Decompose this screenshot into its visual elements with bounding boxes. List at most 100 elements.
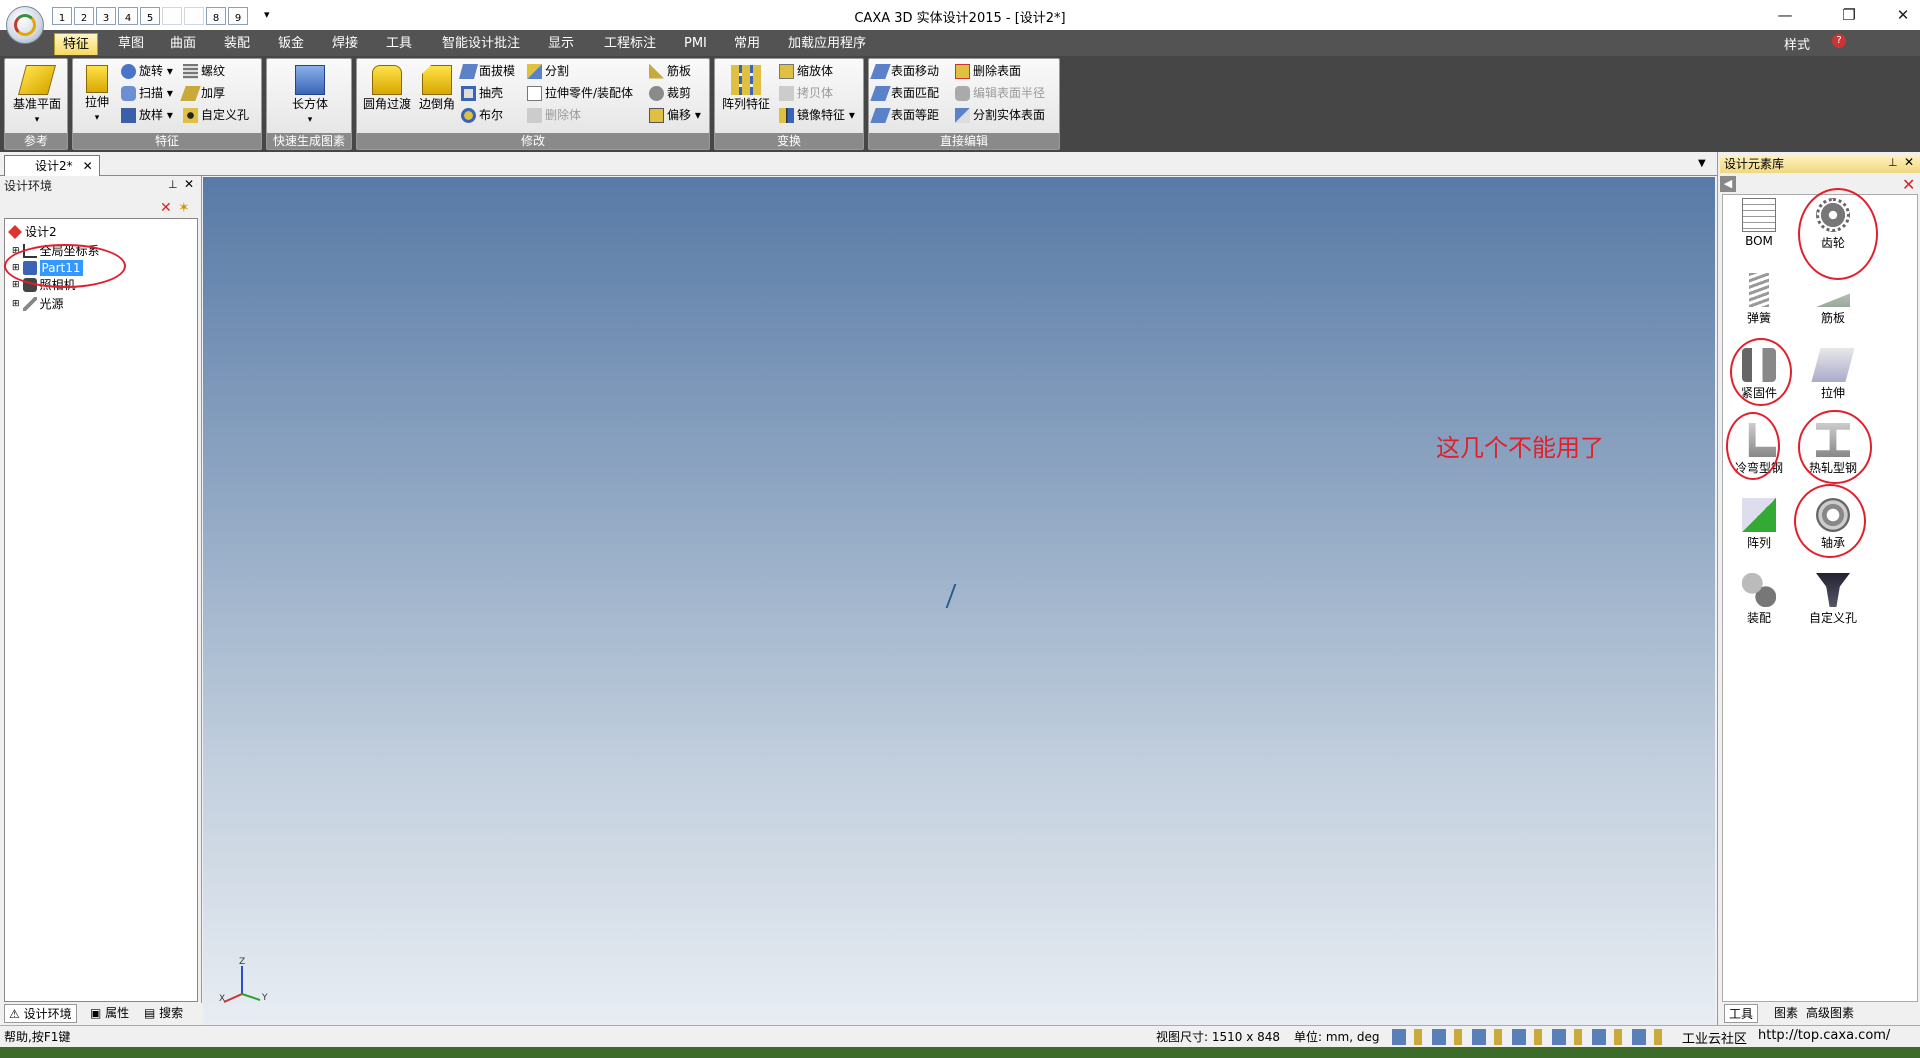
box-button[interactable]: 长方体 ▾ xyxy=(271,65,349,127)
tab-smart-annotation[interactable]: 智能设计批注 xyxy=(434,33,528,55)
tab-engineering-annotation[interactable]: 工程标注 xyxy=(596,33,664,55)
lib-item-custom-hole[interactable]: 自定义孔 xyxy=(1798,573,1868,626)
community-link[interactable]: 工业云社区 xyxy=(1682,1028,1747,1047)
tree-node-design2[interactable]: 设计2 xyxy=(8,224,57,240)
thread-button[interactable]: 螺纹 xyxy=(183,62,225,80)
group-modify: 圆角过渡 边倒角 面拔模 抽壳 布尔 分割 拉伸零件/装配体 删除体 筋板 裁剪… xyxy=(356,58,710,150)
mirror-feature-button[interactable]: 镜像特征 ▾ xyxy=(779,106,855,124)
tab-properties[interactable]: ▣ 属性 xyxy=(86,1004,133,1023)
tab-tools[interactable]: 工具 xyxy=(378,33,420,55)
lib-item-array[interactable]: 阵列 xyxy=(1724,498,1794,551)
close-window-button[interactable]: ✕ xyxy=(1888,4,1918,26)
face-match-button[interactable]: 表面匹配 xyxy=(870,84,939,102)
tab-feature[interactable]: 特征 xyxy=(54,33,99,55)
tab-design-env[interactable]: ⚠ 设计环境 xyxy=(4,1004,77,1023)
tab-library-primitives[interactable]: 图素 xyxy=(1770,1004,1802,1023)
thicken-button[interactable]: 加厚 xyxy=(180,84,225,102)
face-offset-button[interactable]: 表面等距 xyxy=(870,106,940,124)
tab-pmi[interactable]: PMI xyxy=(676,33,715,55)
rib-button[interactable]: 筋板 xyxy=(649,62,691,80)
offset-label: 偏移 xyxy=(667,108,692,122)
tab-library-tools[interactable]: 工具 xyxy=(1724,1004,1759,1023)
chamfer-button[interactable]: 边倒角 xyxy=(415,65,459,111)
datum-plane-button[interactable]: 基准平面 ▾ xyxy=(7,65,67,127)
right-close-icon[interactable]: ✕ xyxy=(1904,155,1914,169)
tab-sheetmetal[interactable]: 钣金 xyxy=(270,33,312,55)
document-tabs xyxy=(0,152,1920,176)
restore-button[interactable]: ❐ xyxy=(1834,4,1864,26)
axis-label-x: X xyxy=(219,994,226,1004)
pin-icon[interactable]: ⊥ xyxy=(168,178,178,191)
assembly-icon xyxy=(1742,573,1776,607)
edit-face-radius-button[interactable]: 编辑表面半径 xyxy=(955,84,1045,102)
minimize-button[interactable]: — xyxy=(1770,4,1800,26)
stretch-label: 拉伸零件/装配体 xyxy=(545,86,634,100)
library-close-icon[interactable]: ✕ xyxy=(1902,175,1915,194)
thicken-icon xyxy=(180,85,201,101)
group-label-feature: 特征 xyxy=(73,133,261,149)
loft-button[interactable]: 放样 ▾ xyxy=(121,106,173,124)
face-offset-label: 表面等距 xyxy=(891,108,940,122)
stretch-part-button[interactable]: 拉伸零件/装配体 xyxy=(527,84,633,102)
datum-plane-label: 基准平面 xyxy=(12,97,61,111)
tab-weld[interactable]: 焊接 xyxy=(324,33,366,55)
boolean-button[interactable]: 布尔 xyxy=(461,106,503,124)
tab-display[interactable]: 显示 xyxy=(540,33,582,55)
view-toolbar-icons[interactable] xyxy=(1392,1029,1672,1045)
scan-button[interactable]: 扫描 ▾ xyxy=(121,84,173,102)
custom-hole-button[interactable]: 自定义孔 xyxy=(183,106,249,124)
tab-search[interactable]: ▤ 搜索 xyxy=(140,1004,187,1023)
tab-surface[interactable]: 曲面 xyxy=(162,33,204,55)
close-panel-icon[interactable]: ✕ xyxy=(184,177,194,191)
lib-item-bom[interactable]: BOM xyxy=(1724,198,1794,248)
style-menu[interactable]: 样式 xyxy=(1784,34,1810,53)
app-logo-button[interactable] xyxy=(6,6,44,44)
help-icon[interactable]: ? xyxy=(1832,34,1846,48)
lib-item-rib[interactable]: 筋板 xyxy=(1798,273,1868,326)
window-title: CAXA 3D 实体设计2015 - [设计2*] xyxy=(854,11,1066,26)
fillet-button[interactable]: 圆角过渡 xyxy=(359,65,415,111)
lib-item-assembly[interactable]: 装配 xyxy=(1724,573,1794,626)
tab-addins[interactable]: 加载应用程序 xyxy=(780,33,874,55)
tabs-dropdown-icon[interactable]: ▼ xyxy=(1698,158,1706,169)
right-pin-icon[interactable]: ⊥ xyxy=(1888,156,1898,169)
group-label-modify: 修改 xyxy=(357,133,709,149)
face-move-icon xyxy=(870,63,891,79)
url-link[interactable]: http://top.caxa.com/ xyxy=(1758,1028,1890,1043)
delete-body-button[interactable]: 删除体 xyxy=(527,106,581,124)
loft-icon xyxy=(121,107,136,123)
face-move-button[interactable]: 表面移动 xyxy=(870,62,939,80)
offset-button[interactable]: 偏移 ▾ xyxy=(649,106,701,124)
tab-library-advanced[interactable]: 高级图素 xyxy=(1802,1004,1858,1023)
face-offset-icon xyxy=(870,107,891,123)
doc-tab-design2[interactable]: 设计2* ✕ xyxy=(4,155,100,176)
extrude-button[interactable]: 拉伸 ▾ xyxy=(77,65,117,125)
tab-assembly[interactable]: 装配 xyxy=(216,33,258,55)
delete-icon[interactable]: ✕ xyxy=(160,200,172,216)
delete-face-button[interactable]: 删除表面 xyxy=(955,62,1021,80)
group-label-direct-edit: 直接编辑 xyxy=(869,133,1059,149)
sparkle-icon[interactable]: ✶ xyxy=(178,200,190,216)
trim-icon xyxy=(649,85,664,101)
split-face-button[interactable]: 分割实体表面 xyxy=(955,106,1045,124)
pattern-feature-button[interactable]: 阵列特征 xyxy=(717,65,775,111)
split-button[interactable]: 分割 xyxy=(527,62,569,80)
tab-sketch[interactable]: 草图 xyxy=(110,33,152,55)
draft-button[interactable]: 面拔模 xyxy=(458,62,515,80)
rotate-button[interactable]: 旋转 ▾ xyxy=(121,62,173,80)
tree-label: 光源 xyxy=(39,297,64,311)
copy-body-button[interactable]: 拷贝体 xyxy=(779,84,833,102)
lib-item-spring[interactable]: 弹簧 xyxy=(1724,273,1794,326)
tree-node-light[interactable]: ⊞ 光源 xyxy=(12,296,64,312)
close-tab-icon[interactable]: ✕ xyxy=(83,156,93,176)
trim-button[interactable]: 裁剪 xyxy=(649,84,691,102)
group-label-transform: 变换 xyxy=(715,133,863,149)
scale-body-button[interactable]: 缩放体 xyxy=(779,62,833,80)
boolean-label: 布尔 xyxy=(479,108,504,122)
fillet-label: 圆角过渡 xyxy=(362,97,411,111)
lib-item-extrude[interactable]: 拉伸 xyxy=(1798,348,1868,401)
tab-common[interactable]: 常用 xyxy=(726,33,768,55)
pattern-label: 阵列特征 xyxy=(721,97,770,111)
back-arrow-icon[interactable]: ◀ xyxy=(1720,176,1736,192)
shell-button[interactable]: 抽壳 xyxy=(461,84,503,102)
